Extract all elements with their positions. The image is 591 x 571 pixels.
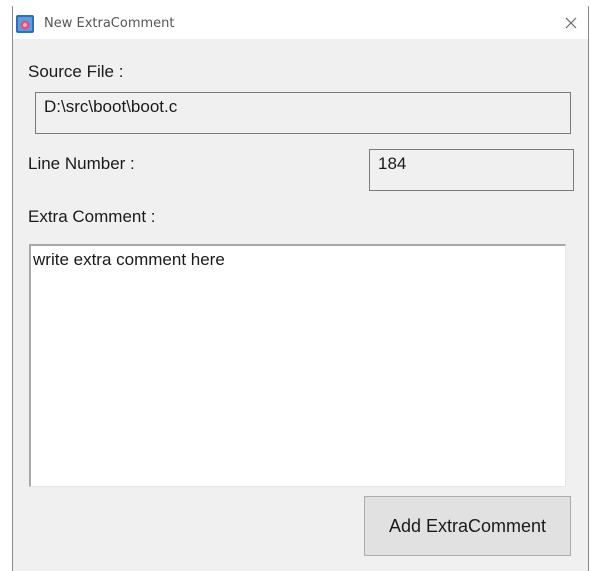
window-title: New ExtraComment bbox=[44, 16, 175, 31]
source-file-label: Source File : bbox=[28, 62, 124, 81]
close-icon bbox=[565, 17, 577, 29]
extra-comment-input[interactable]: write extra comment here bbox=[29, 244, 566, 487]
line-number-label: Line Number : bbox=[28, 154, 135, 173]
add-extracomment-button[interactable]: Add ExtraComment bbox=[364, 496, 571, 556]
title-bar: New ExtraComment bbox=[13, 6, 588, 39]
close-button[interactable] bbox=[560, 12, 582, 34]
line-number-field: 184 bbox=[369, 149, 574, 191]
source-file-field: D:\src\boot\boot.c bbox=[35, 92, 571, 134]
dialog-window: New ExtraComment Source File : D:\src\bo… bbox=[12, 6, 589, 571]
extra-comment-label: Extra Comment : bbox=[28, 207, 156, 226]
app-icon bbox=[16, 15, 34, 33]
